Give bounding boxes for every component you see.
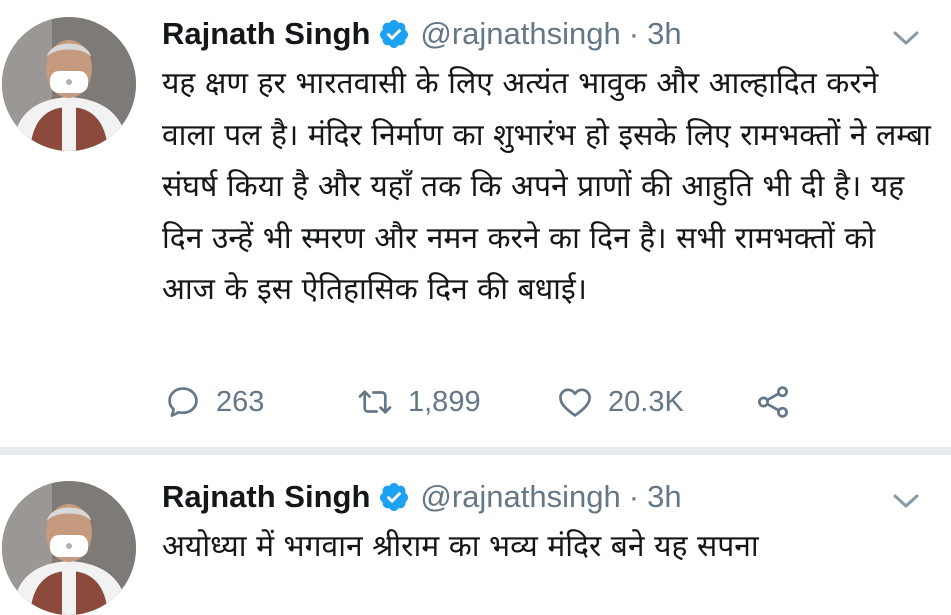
tweet-header: Rajnath Singh @rajnathsingh · 3h [162, 477, 682, 517]
avatar[interactable] [2, 481, 136, 615]
author-name[interactable]: Rajnath Singh [162, 479, 370, 515]
verified-badge-icon [378, 481, 410, 513]
like-count: 20.3K [608, 385, 684, 418]
retweet-icon [358, 390, 392, 414]
tweet-actions: 263 1,899 20.3K [164, 376, 924, 428]
avatar[interactable] [2, 17, 136, 151]
tweet[interactable]: Rajnath Singh @rajnathsingh · 3h अयोध्या… [0, 455, 951, 615]
tweet-header: Rajnath Singh @rajnathsingh · 3h [162, 14, 682, 54]
reply-count: 263 [216, 385, 265, 418]
author-name[interactable]: Rajnath Singh [162, 16, 370, 52]
tweet-text: यह क्षण हर भारतवासी के लिए अत्यंत भावुक … [162, 66, 931, 307]
tweet-timestamp[interactable]: 3h [647, 479, 681, 515]
reply-button[interactable]: 263 [164, 376, 264, 428]
avatar-image [2, 481, 136, 615]
share-icon [758, 386, 788, 418]
tweet[interactable]: Rajnath Singh @rajnathsingh · 3h यह क्षण… [0, 0, 951, 447]
separator-dot: · [628, 479, 640, 514]
chevron-down-icon[interactable] [891, 491, 921, 511]
author-handle[interactable]: @rajnathsingh [420, 479, 620, 515]
tweet-text: अयोध्या में भगवान श्रीराम का भव्य मंदिर … [162, 529, 759, 564]
author-handle[interactable]: @rajnathsingh [420, 16, 620, 52]
retweet-button[interactable]: 1,899 [356, 376, 481, 428]
tweet-divider [0, 447, 951, 455]
chevron-down-icon[interactable] [891, 28, 921, 48]
verified-badge-icon [378, 18, 410, 50]
share-button[interactable] [754, 376, 792, 428]
separator-dot: · [628, 16, 640, 51]
tweet-timestamp[interactable]: 3h [647, 16, 681, 52]
like-button[interactable]: 20.3K [556, 376, 684, 428]
retweet-count: 1,899 [408, 385, 481, 418]
avatar-image [2, 17, 136, 151]
heart-icon [559, 388, 591, 417]
reply-icon [168, 387, 198, 417]
